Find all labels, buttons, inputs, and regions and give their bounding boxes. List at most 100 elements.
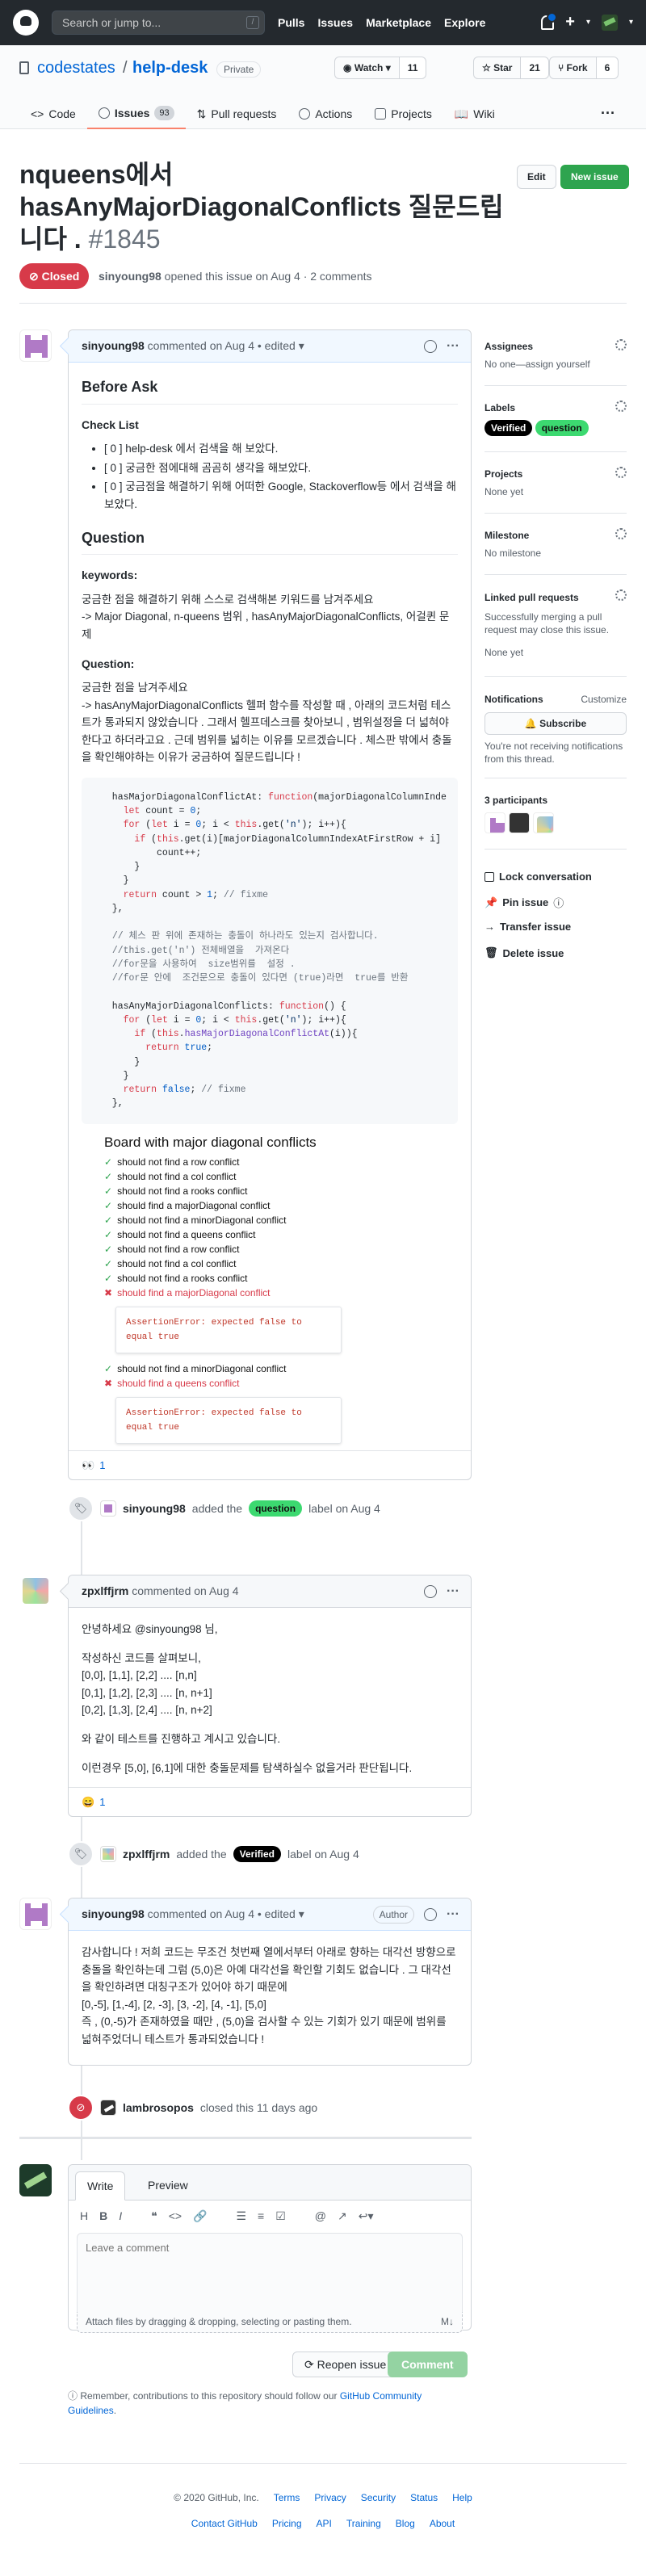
footer-link-terms[interactable]: Terms — [274, 2492, 300, 2503]
edit-button[interactable]: Edit — [517, 165, 556, 189]
mention-icon[interactable]: @ — [315, 2209, 326, 2222]
nav-pulls[interactable]: Pulls — [278, 16, 304, 29]
event-author[interactable]: zpxlffjrm — [123, 1848, 170, 1861]
comment-meta[interactable]: commented on Aug 4 • edited ▾ — [145, 339, 304, 352]
watch-count[interactable]: 11 — [399, 57, 426, 78]
smiley-icon[interactable] — [424, 339, 438, 353]
tab-wiki[interactable]: 📖 Wiki — [443, 99, 506, 129]
comment-author[interactable]: sinyoung98 — [82, 1907, 145, 1920]
customize-link[interactable]: Customize — [581, 693, 627, 706]
footer-link-privacy[interactable]: Privacy — [314, 2492, 346, 2503]
search-input[interactable]: Search or jump to... / — [52, 10, 265, 35]
avatar[interactable] — [100, 1500, 116, 1517]
delete-issue-link[interactable]: 🗑 Delete issue — [484, 946, 564, 959]
avatar[interactable] — [100, 1846, 116, 1862]
nav-issues[interactable]: Issues — [317, 16, 353, 29]
task-list-icon[interactable]: ☑ — [275, 2209, 286, 2223]
gear-icon[interactable] — [615, 467, 627, 478]
gear-icon[interactable] — [615, 528, 627, 539]
repo-name-link[interactable]: help-desk — [132, 59, 208, 78]
ordered-list-icon[interactable]: ≡ — [258, 2209, 264, 2222]
smile-reaction-icon[interactable]: 😄 — [82, 1796, 94, 1809]
comment-meta[interactable]: commented on Aug 4 — [128, 1584, 238, 1597]
transfer-issue-link[interactable]: → Transfer issue — [484, 921, 571, 933]
footer-link-contact[interactable]: Contact GitHub — [191, 2518, 258, 2529]
avatar[interactable] — [100, 2100, 116, 2116]
comment-button[interactable]: Comment — [388, 2352, 468, 2377]
avatar[interactable] — [19, 329, 52, 362]
participant-avatar[interactable] — [484, 812, 505, 833]
tab-code[interactable]: <> Code — [19, 99, 87, 129]
heading-icon[interactable]: H — [80, 2209, 88, 2222]
user-avatar[interactable] — [601, 14, 618, 31]
smiley-icon[interactable] — [424, 1907, 438, 1921]
tab-preview[interactable]: Preview — [136, 2171, 199, 2201]
code-icon[interactable]: <> — [169, 2209, 182, 2222]
footer-link-training[interactable]: Training — [346, 2518, 381, 2529]
reaction-count[interactable]: 1 — [99, 1459, 105, 1471]
tab-write[interactable]: Write — [75, 2171, 126, 2201]
pin-issue-link[interactable]: 📌 Pin issue ⓘ — [484, 895, 564, 910]
link-icon[interactable]: 🔗 — [193, 2209, 207, 2223]
comment-textarea[interactable] — [77, 2233, 463, 2314]
participant-avatar[interactable] — [509, 812, 530, 833]
tab-actions[interactable]: Actions — [287, 99, 363, 129]
sidebar-heading[interactable]: Milestone — [484, 530, 529, 541]
sidebar-heading[interactable]: Labels — [484, 402, 515, 413]
unordered-list-icon[interactable]: ☰ — [236, 2209, 246, 2223]
kebab-menu-icon[interactable]: ··· — [447, 330, 459, 362]
footer-link-security[interactable]: Security — [361, 2492, 396, 2503]
reaction-count[interactable]: 1 — [99, 1796, 105, 1808]
assignees-value[interactable]: No one—assign yourself — [484, 359, 627, 370]
footer-link-help[interactable]: Help — [452, 2492, 472, 2503]
kebab-menu-icon[interactable]: ··· — [447, 1898, 459, 1930]
star-count[interactable]: 21 — [521, 57, 548, 78]
event-author[interactable]: lambrosopos — [123, 2101, 194, 2114]
quote-icon[interactable]: ❝ — [151, 2209, 157, 2223]
tab-pull-requests[interactable]: ⇅ Pull requests — [186, 99, 288, 129]
italic-icon[interactable]: I — [119, 2209, 122, 2222]
issue-author-link[interactable]: sinyoung98 — [99, 270, 162, 283]
sidebar-heading[interactable]: Linked pull requests — [484, 592, 579, 603]
more-icon[interactable]: ··· — [601, 105, 615, 122]
label-verified[interactable]: Verified — [233, 1846, 281, 1862]
repo-owner-link[interactable]: codestates — [37, 59, 115, 78]
lock-conversation-link[interactable]: Lock conversation — [484, 871, 592, 883]
fork-button[interactable]: ⑂ Fork 6 — [549, 57, 619, 79]
comment-author[interactable]: sinyoung98 — [82, 339, 145, 352]
footer-link-blog[interactable]: Blog — [396, 2518, 415, 2529]
reopen-issue-button[interactable]: ⟳ Reopen issue — [292, 2352, 399, 2377]
sidebar-heading[interactable]: Projects — [484, 468, 522, 480]
eyes-reaction-icon[interactable]: 👀 — [82, 1459, 94, 1472]
markdown-icon[interactable]: M↓ — [441, 2312, 454, 2331]
gear-icon[interactable] — [615, 401, 627, 412]
event-author[interactable]: sinyoung98 — [123, 1502, 186, 1515]
attach-files-area[interactable]: Attach files by dragging & dropping, sel… — [77, 2312, 463, 2333]
gear-icon[interactable] — [615, 589, 627, 601]
star-button[interactable]: ☆ Star 21 — [473, 57, 549, 79]
github-logo-icon[interactable] — [13, 10, 39, 36]
footer-link-status[interactable]: Status — [410, 2492, 438, 2503]
plus-icon[interactable]: + — [565, 13, 575, 31]
footer-link-pricing[interactable]: Pricing — [272, 2518, 302, 2529]
fork-count[interactable]: 6 — [596, 57, 619, 78]
notification-bell-icon[interactable] — [541, 11, 558, 30]
watch-button[interactable]: ◉ Watch ▾ 11 — [334, 57, 427, 79]
reply-icon[interactable]: ↩▾ — [359, 2209, 374, 2223]
label-verified[interactable]: Verified — [484, 420, 533, 436]
new-issue-button[interactable]: New issue — [560, 165, 629, 189]
nav-explore[interactable]: Explore — [444, 16, 485, 29]
avatar[interactable] — [19, 1898, 52, 1930]
kebab-menu-icon[interactable]: ··· — [447, 1575, 459, 1607]
tab-projects[interactable]: Projects — [363, 99, 443, 129]
comment-author[interactable]: zpxlffjrm — [82, 1584, 128, 1597]
bold-icon[interactable]: B — [99, 2209, 107, 2222]
nav-marketplace[interactable]: Marketplace — [366, 16, 431, 29]
avatar[interactable] — [19, 1575, 52, 1607]
label-question[interactable]: question — [249, 1500, 303, 1517]
smiley-icon[interactable] — [424, 1584, 438, 1598]
reference-icon[interactable]: ↗ — [338, 2209, 347, 2223]
gear-icon[interactable] — [615, 339, 627, 350]
sidebar-heading[interactable]: Assignees — [484, 341, 533, 352]
comment-meta[interactable]: commented on Aug 4 • edited ▾ — [145, 1907, 304, 1920]
